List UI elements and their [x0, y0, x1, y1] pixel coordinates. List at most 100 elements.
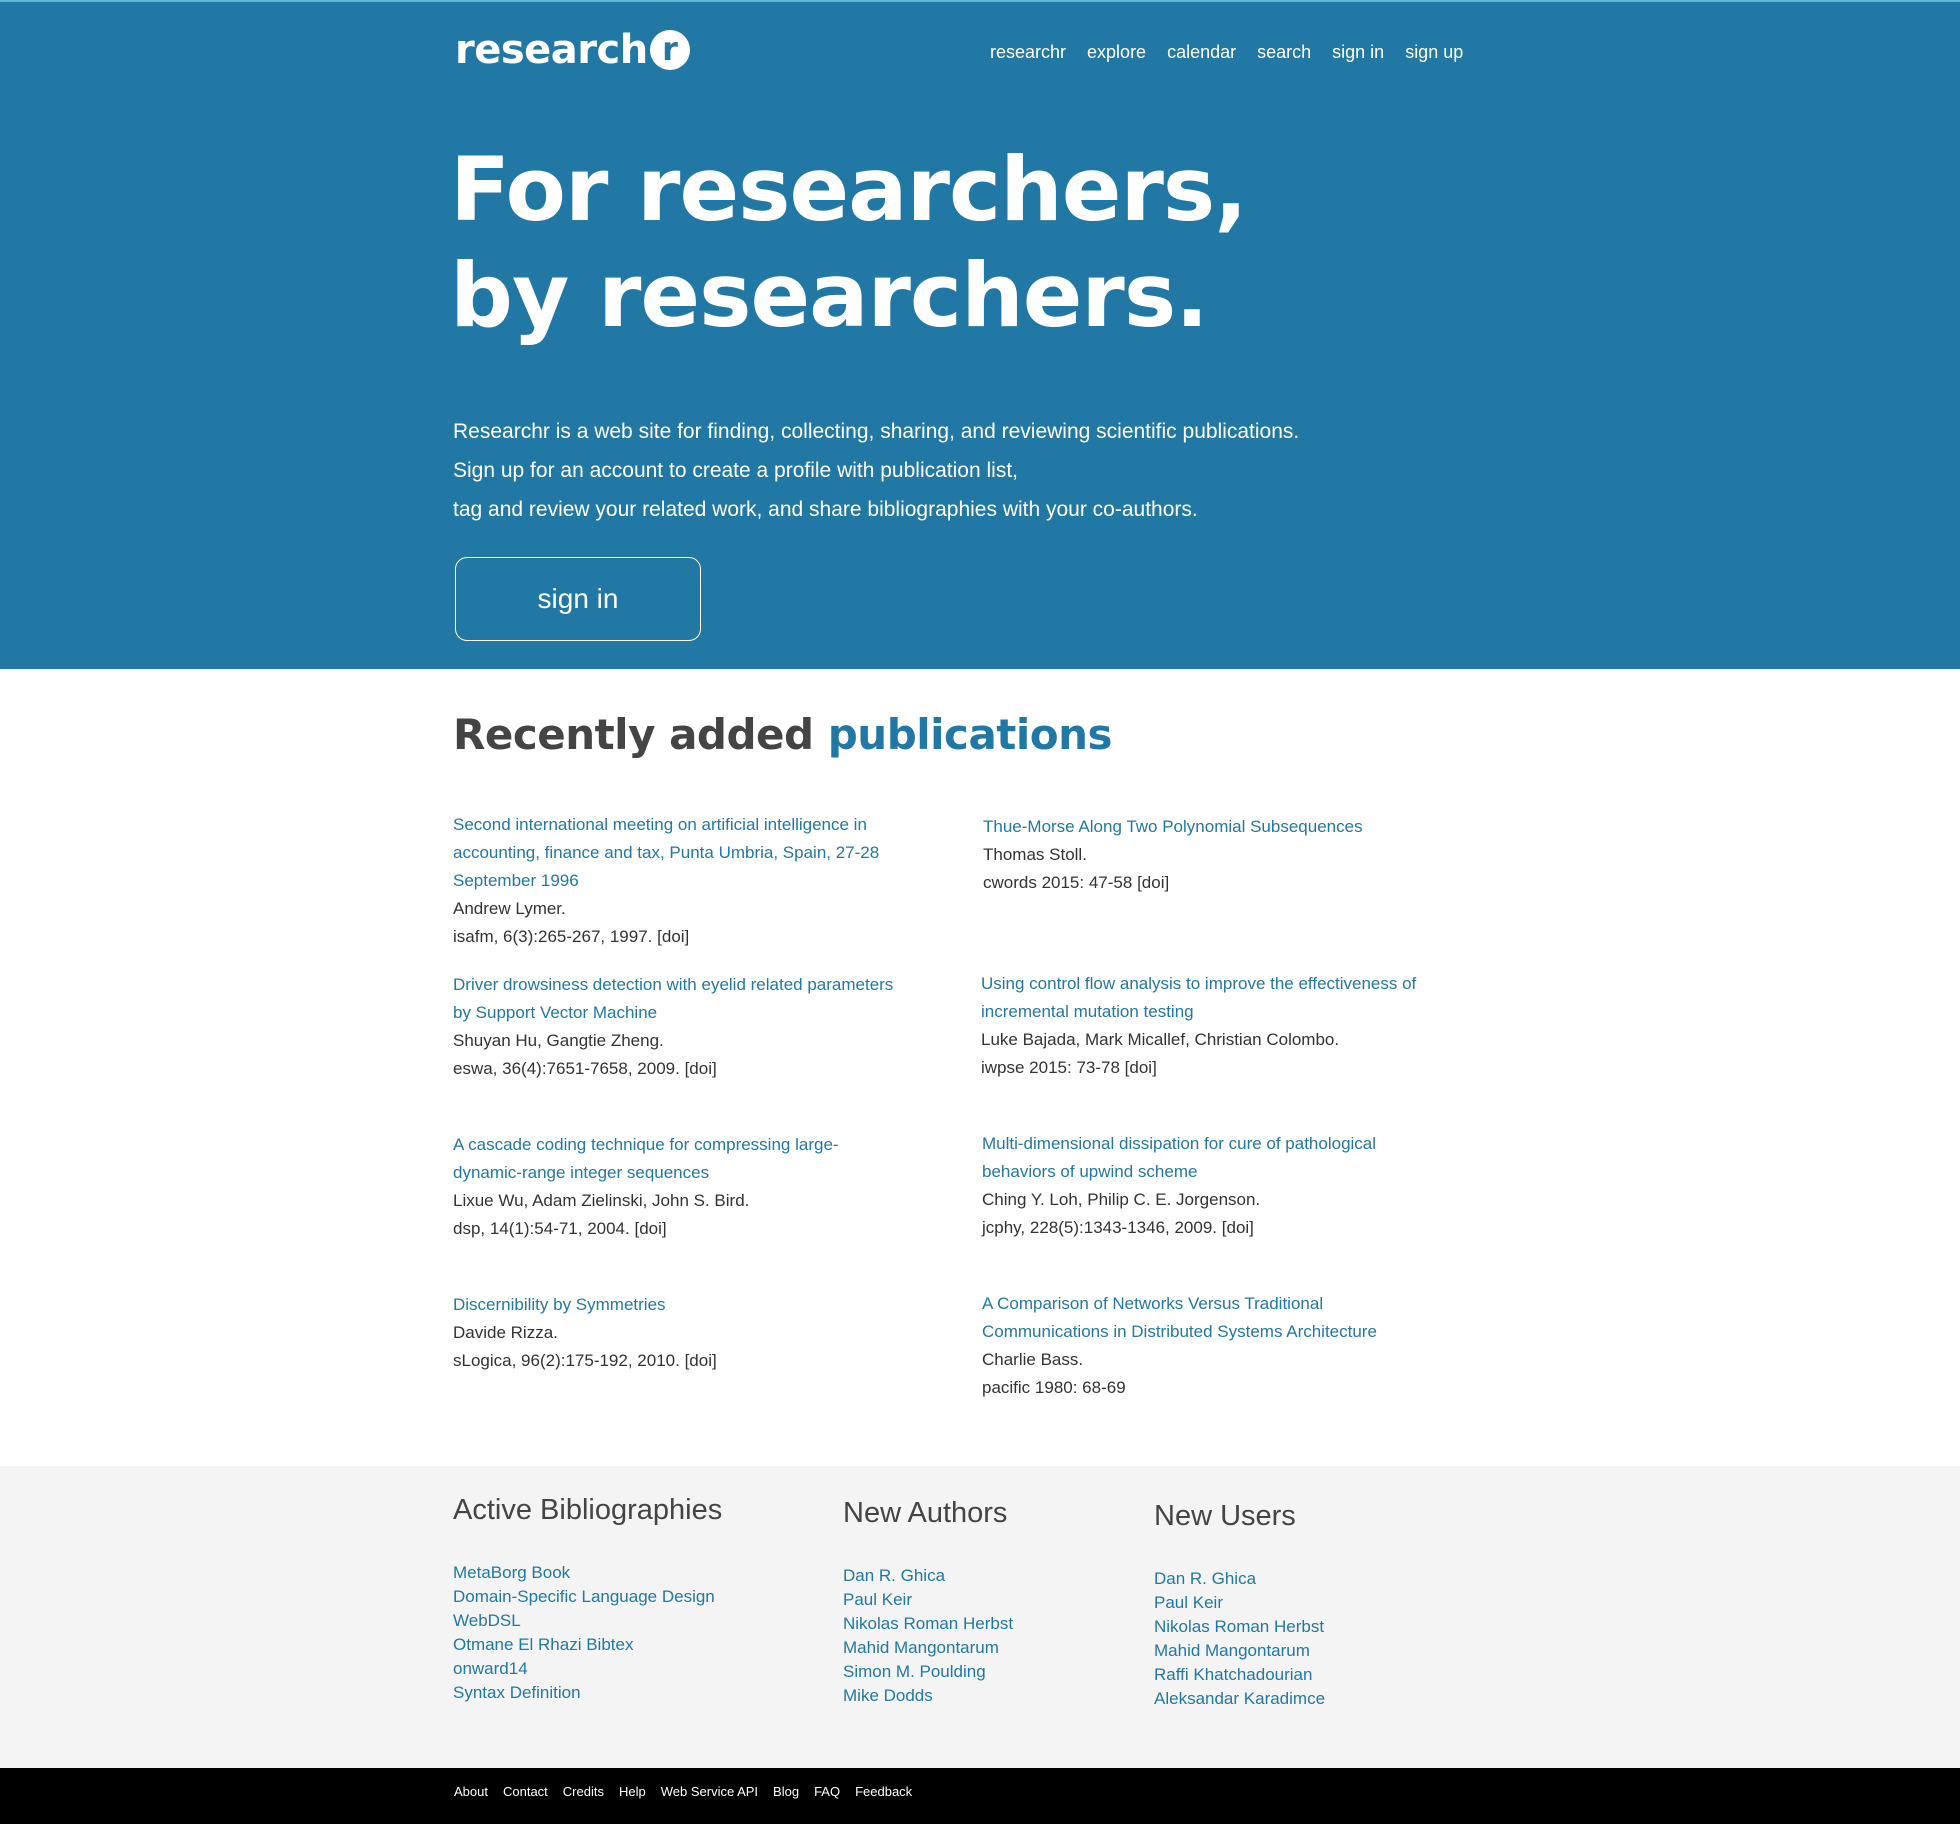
footer-link-credits[interactable]: Credits	[563, 1784, 604, 1799]
nav-explore[interactable]: explore	[1087, 42, 1146, 63]
intro-line-3: tag and review your related work, and sh…	[453, 498, 1198, 521]
publication-venue: jcphy, 228(5):1343-1346, 2009. [doi]	[982, 1218, 1254, 1237]
publication-title-link[interactable]: Discernibility by Symmetries	[453, 1291, 903, 1319]
author-link[interactable]: Paul Keir	[843, 1590, 912, 1609]
footer-link-contact[interactable]: Contact	[503, 1784, 548, 1799]
list-item: MetaBorg Book	[453, 1561, 722, 1585]
doi-link[interactable]: [doi]	[685, 1351, 717, 1370]
logo-text: research	[455, 27, 648, 73]
heading-part-2: publications	[827, 710, 1113, 759]
author-link[interactable]: Nikolas Roman Herbst	[843, 1614, 1013, 1633]
publication-venue: pacific 1980: 68-69	[982, 1378, 1126, 1397]
publication-item: A Comparison of Networks Versus Traditio…	[982, 1290, 1432, 1402]
list-item: Aleksandar Karadimce	[1154, 1687, 1325, 1711]
nav-search[interactable]: search	[1257, 42, 1311, 63]
intro-line-1: Researchr is a web site for finding, col…	[453, 420, 1300, 443]
user-link[interactable]: Paul Keir	[1154, 1593, 1223, 1612]
new-authors-heading: New Authors	[843, 1497, 1008, 1529]
footer-link-blog[interactable]: Blog	[773, 1784, 799, 1799]
site-footer: About Contact Credits Help Web Service A…	[0, 1768, 1960, 1824]
list-item: onward14	[453, 1657, 722, 1681]
list-item: Nikolas Roman Herbst	[843, 1612, 1013, 1636]
new-users-heading: New Users	[1154, 1500, 1296, 1532]
publication-venue: cwords 2015: 47-58 [doi]	[983, 873, 1170, 892]
user-link[interactable]: Aleksandar Karadimce	[1154, 1689, 1325, 1708]
list-item: WebDSL	[453, 1609, 722, 1633]
footer-navigation: About Contact Credits Help Web Service A…	[454, 1784, 912, 1799]
publication-title-link[interactable]: A Comparison of Networks Versus Traditio…	[982, 1290, 1432, 1346]
list-item: Paul Keir	[1154, 1591, 1325, 1615]
publication-item: Driver drowsiness detection with eyelid …	[453, 971, 903, 1083]
publication-title-link[interactable]: Second international meeting on artifici…	[453, 811, 903, 895]
user-link[interactable]: Mahid Mangontarum	[1154, 1641, 1310, 1660]
publication-item: Second international meeting on artifici…	[453, 811, 903, 951]
footer-link-help[interactable]: Help	[619, 1784, 646, 1799]
footer-link-faq[interactable]: FAQ	[814, 1784, 840, 1799]
list-item: Dan R. Ghica	[843, 1564, 1013, 1588]
publication-authors: Andrew Lymer.	[453, 899, 566, 918]
list-item: Raffi Khatchadourian	[1154, 1663, 1325, 1687]
footer-link-feedback[interactable]: Feedback	[855, 1784, 912, 1799]
bibliography-link[interactable]: onward14	[453, 1659, 528, 1678]
nav-sign-in[interactable]: sign in	[1332, 42, 1384, 63]
top-navigation: researchr explore calendar search sign i…	[990, 42, 1463, 63]
nav-sign-up[interactable]: sign up	[1405, 42, 1463, 63]
bibliography-link[interactable]: MetaBorg Book	[453, 1563, 570, 1582]
nav-calendar[interactable]: calendar	[1167, 42, 1236, 63]
doi-link[interactable]: [doi]	[657, 927, 689, 946]
active-bibliographies-heading: Active Bibliographies	[453, 1494, 723, 1526]
nav-researchr[interactable]: researchr	[990, 42, 1066, 63]
authors-list: Dan R. Ghica Paul Keir Nikolas Roman Her…	[843, 1564, 1013, 1708]
doi-link[interactable]: [doi]	[634, 1219, 666, 1238]
list-item: Paul Keir	[843, 1588, 1013, 1612]
publication-item: Using control flow analysis to improve t…	[981, 970, 1431, 1082]
publication-title-link[interactable]: Multi-dimensional dissipation for cure o…	[982, 1130, 1432, 1186]
publication-venue: sLogica, 96(2):175-192, 2010. [doi]	[453, 1351, 717, 1370]
hero-sign-in-button[interactable]: sign in	[455, 557, 701, 641]
user-link[interactable]: Dan R. Ghica	[1154, 1569, 1256, 1588]
new-users-column: New Users Dan R. Ghica Paul Keir Nikolas…	[1154, 1500, 1325, 1711]
bibliography-link[interactable]: Domain-Specific Language Design	[453, 1587, 715, 1606]
publication-authors: Ching Y. Loh, Philip C. E. Jorgenson.	[982, 1190, 1261, 1209]
publication-title-link[interactable]: Thue-Morse Along Two Polynomial Subseque…	[983, 813, 1433, 841]
author-link[interactable]: Mike Dodds	[843, 1686, 933, 1705]
doi-link[interactable]: [doi]	[1222, 1218, 1254, 1237]
publication-item: A cascade coding technique for compressi…	[453, 1131, 903, 1243]
publication-title-link[interactable]: A cascade coding technique for compressi…	[453, 1131, 903, 1187]
publication-item: Multi-dimensional dissipation for cure o…	[982, 1130, 1432, 1242]
users-list: Dan R. Ghica Paul Keir Nikolas Roman Her…	[1154, 1567, 1325, 1711]
intro-line-2: Sign up for an account to create a profi…	[453, 459, 1018, 482]
author-link[interactable]: Dan R. Ghica	[843, 1566, 945, 1585]
bibliographies-list: MetaBorg Book Domain-Specific Language D…	[453, 1561, 722, 1705]
author-link[interactable]: Simon M. Poulding	[843, 1662, 986, 1681]
doi-link[interactable]: [doi]	[685, 1059, 717, 1078]
user-link[interactable]: Raffi Khatchadourian	[1154, 1665, 1312, 1684]
publication-title-link[interactable]: Driver drowsiness detection with eyelid …	[453, 971, 903, 1027]
logo-r-badge-icon: r	[649, 30, 690, 70]
doi-link[interactable]: [doi]	[1137, 873, 1169, 892]
publication-authors: Charlie Bass.	[982, 1350, 1084, 1369]
list-item: Mike Dodds	[843, 1684, 1013, 1708]
publication-authors: Shuyan Hu, Gangtie Zheng.	[453, 1031, 664, 1050]
list-item: Mahid Mangontarum	[843, 1636, 1013, 1660]
list-item: Dan R. Ghica	[1154, 1567, 1325, 1591]
publication-authors: Luke Bajada, Mark Micallef, Christian Co…	[981, 1030, 1340, 1049]
author-link[interactable]: Mahid Mangontarum	[843, 1638, 999, 1657]
headline-line-1: For researchers,	[450, 138, 1248, 241]
user-link[interactable]: Nikolas Roman Herbst	[1154, 1617, 1324, 1636]
bibliography-link[interactable]: WebDSL	[453, 1611, 521, 1630]
bibliography-link[interactable]: Otmane El Rhazi Bibtex	[453, 1635, 633, 1654]
footer-link-web-service-api[interactable]: Web Service API	[661, 1784, 758, 1799]
publication-venue: dsp, 14(1):54-71, 2004. [doi]	[453, 1219, 667, 1238]
publication-item: Thue-Morse Along Two Polynomial Subseque…	[983, 813, 1433, 897]
heading-part-1: Recently added	[453, 710, 814, 759]
bibliography-link[interactable]: Syntax Definition	[453, 1683, 581, 1702]
doi-link[interactable]: [doi]	[1125, 1058, 1157, 1077]
researchr-logo[interactable]: research r	[455, 26, 690, 74]
publication-venue: eswa, 36(4):7651-7658, 2009. [doi]	[453, 1059, 717, 1078]
publication-title-link[interactable]: Using control flow analysis to improve t…	[981, 970, 1431, 1026]
footer-link-about[interactable]: About	[454, 1784, 488, 1799]
publication-venue: isafm, 6(3):265-267, 1997. [doi]	[453, 927, 690, 946]
list-item: Domain-Specific Language Design	[453, 1585, 722, 1609]
hero-banner: research r researchr explore calendar sea…	[0, 0, 1960, 669]
